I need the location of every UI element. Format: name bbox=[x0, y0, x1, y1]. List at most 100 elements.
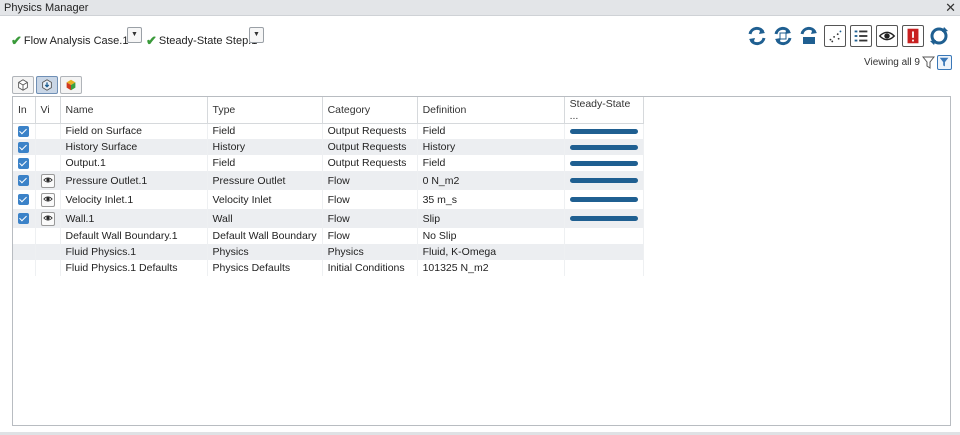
view-tabs bbox=[12, 76, 82, 94]
include-cell bbox=[13, 244, 36, 260]
table-row[interactable]: Fluid Physics.1 Defaults Physics Default… bbox=[13, 260, 644, 276]
eye-icon[interactable] bbox=[40, 211, 55, 226]
include-cell bbox=[13, 228, 36, 244]
include-checkbox[interactable] bbox=[18, 213, 29, 225]
visibility-cell bbox=[35, 139, 61, 155]
steady-state-cell bbox=[564, 244, 644, 260]
close-icon[interactable]: ✕ bbox=[945, 0, 956, 16]
active-status-bar bbox=[569, 144, 638, 150]
step-selector[interactable]: ✔ Steady-State Step.1 bbox=[146, 32, 257, 50]
visibility-cell[interactable] bbox=[35, 190, 61, 209]
category-cell: Output Requests bbox=[322, 123, 418, 139]
column-header-category[interactable]: Category bbox=[322, 97, 418, 124]
name-cell: Wall.1 bbox=[60, 209, 208, 228]
tab-geometry-view[interactable] bbox=[12, 76, 34, 94]
visibility-cell bbox=[35, 123, 61, 139]
table-row[interactable]: Field on Surface Field Output Requests F… bbox=[13, 123, 644, 139]
name-cell: Pressure Outlet.1 bbox=[60, 171, 208, 190]
check-icon: ✔ bbox=[146, 33, 157, 48]
step-label: Steady-State Step.1 bbox=[158, 35, 258, 47]
column-header-in[interactable]: In bbox=[13, 97, 36, 124]
window-title: Physics Manager bbox=[4, 2, 89, 14]
visibility-cell bbox=[35, 244, 61, 260]
visibility-icon[interactable] bbox=[876, 25, 898, 47]
visibility-cell bbox=[35, 155, 61, 171]
eye-icon[interactable] bbox=[40, 173, 55, 188]
include-checkbox[interactable] bbox=[18, 157, 29, 169]
type-cell: Field bbox=[207, 123, 323, 139]
category-cell: Flow bbox=[322, 171, 418, 190]
checklist-icon[interactable] bbox=[850, 25, 872, 47]
name-cell: Velocity Inlet.1 bbox=[60, 190, 208, 209]
step-dropdown-button[interactable]: ▼ bbox=[249, 27, 264, 43]
table-row[interactable]: Wall.1 Wall Flow Slip bbox=[13, 209, 644, 228]
definition-cell: Slip bbox=[417, 209, 565, 228]
name-cell: Output.1 bbox=[60, 155, 208, 171]
column-header-type[interactable]: Type bbox=[207, 97, 323, 124]
table-row[interactable]: Velocity Inlet.1 Velocity Inlet Flow 35 … bbox=[13, 190, 644, 209]
definition-cell: Field bbox=[417, 123, 565, 139]
column-header-name[interactable]: Name bbox=[60, 97, 208, 124]
include-cell[interactable] bbox=[13, 123, 36, 139]
include-checkbox[interactable] bbox=[18, 125, 29, 137]
visibility-cell bbox=[35, 228, 61, 244]
eye-icon[interactable] bbox=[40, 192, 55, 207]
active-status-bar bbox=[569, 160, 638, 166]
sync-icon[interactable] bbox=[928, 25, 950, 47]
definition-cell: Field bbox=[417, 155, 565, 171]
include-checkbox[interactable] bbox=[18, 175, 29, 187]
tab-results-view[interactable] bbox=[60, 76, 82, 94]
warning-icon[interactable] bbox=[902, 25, 924, 47]
include-cell[interactable] bbox=[13, 209, 36, 228]
name-cell: Field on Surface bbox=[60, 123, 208, 139]
steady-state-cell bbox=[564, 123, 644, 139]
update-icon[interactable] bbox=[798, 25, 820, 47]
table-row[interactable]: Output.1 Field Output Requests Field bbox=[13, 155, 644, 171]
viewing-count-label: Viewing all 9 bbox=[864, 57, 920, 68]
table-row[interactable]: Fluid Physics.1 Physics Physics Fluid, K… bbox=[13, 244, 644, 260]
include-cell[interactable] bbox=[13, 155, 36, 171]
active-status-bar bbox=[569, 197, 638, 202]
type-cell: Field bbox=[207, 155, 323, 171]
steady-state-cell bbox=[564, 209, 644, 228]
tab-physics-view[interactable] bbox=[36, 76, 58, 94]
plot-grid-icon[interactable] bbox=[824, 25, 846, 47]
toolbar bbox=[746, 25, 950, 47]
filter-options-icon[interactable] bbox=[937, 55, 952, 70]
category-cell: Flow bbox=[322, 190, 418, 209]
refresh-icon[interactable] bbox=[746, 25, 768, 47]
steady-state-cell bbox=[564, 171, 644, 190]
column-header-steady-state[interactable]: Steady-State ... bbox=[564, 97, 644, 124]
steady-state-cell bbox=[564, 139, 644, 155]
category-cell: Initial Conditions bbox=[322, 260, 418, 276]
include-cell[interactable] bbox=[13, 139, 36, 155]
include-cell[interactable] bbox=[13, 190, 36, 209]
active-status-bar bbox=[569, 178, 638, 183]
visibility-cell[interactable] bbox=[35, 171, 61, 190]
filter-icon[interactable] bbox=[922, 56, 935, 69]
refresh-all-icon[interactable] bbox=[772, 25, 794, 47]
type-cell: Physics Defaults bbox=[207, 260, 323, 276]
column-header-vi[interactable]: Vi bbox=[35, 97, 61, 124]
table-row[interactable]: History Surface History Output Requests … bbox=[13, 139, 644, 155]
analysis-case-selector[interactable]: ✔ Flow Analysis Case.1 bbox=[11, 32, 128, 50]
category-cell: Output Requests bbox=[322, 155, 418, 171]
check-icon: ✔ bbox=[11, 33, 22, 48]
table-row[interactable]: Pressure Outlet.1 Pressure Outlet Flow 0… bbox=[13, 171, 644, 190]
definition-cell: History bbox=[417, 139, 565, 155]
name-cell: Fluid Physics.1 Defaults bbox=[60, 260, 208, 276]
visibility-cell[interactable] bbox=[35, 209, 61, 228]
table-row[interactable]: Default Wall Boundary.1 Default Wall Bou… bbox=[13, 228, 644, 244]
category-cell: Flow bbox=[322, 209, 418, 228]
analysis-case-dropdown-button[interactable]: ▼ bbox=[127, 27, 142, 43]
column-header-definition[interactable]: Definition bbox=[417, 97, 565, 124]
definition-cell: Fluid, K-Omega bbox=[417, 244, 565, 260]
physics-table: In Vi Name Type Category Definition Stea… bbox=[13, 97, 644, 276]
active-status-bar bbox=[569, 216, 638, 221]
visibility-cell bbox=[35, 260, 61, 276]
include-checkbox[interactable] bbox=[18, 194, 29, 206]
name-cell: Fluid Physics.1 bbox=[60, 244, 208, 260]
include-checkbox[interactable] bbox=[18, 141, 29, 153]
include-cell[interactable] bbox=[13, 171, 36, 190]
type-cell: Wall bbox=[207, 209, 323, 228]
